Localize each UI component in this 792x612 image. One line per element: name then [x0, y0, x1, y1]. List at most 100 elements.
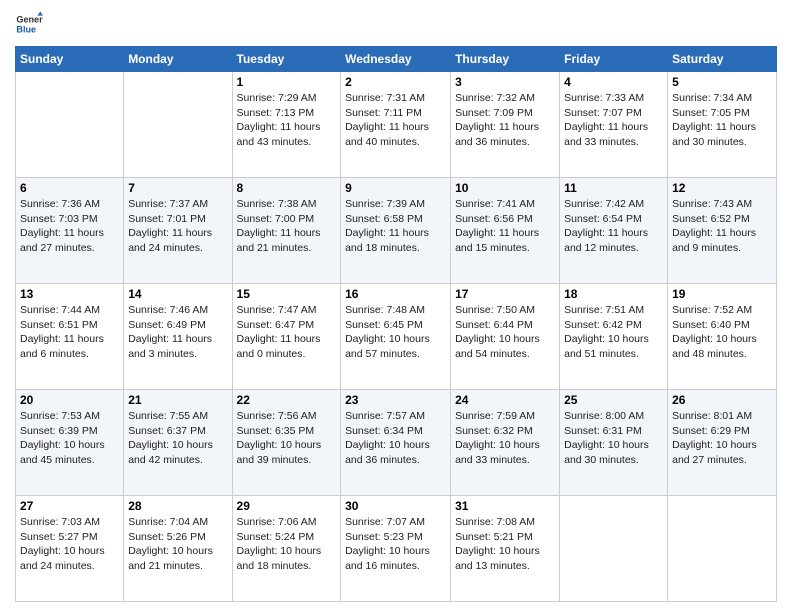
- day-number: 19: [672, 287, 772, 301]
- day-number: 11: [564, 181, 663, 195]
- day-number: 15: [237, 287, 337, 301]
- day-number: 3: [455, 75, 555, 89]
- table-row: 4Sunrise: 7:33 AMSunset: 7:07 PMDaylight…: [560, 72, 668, 178]
- day-number: 5: [672, 75, 772, 89]
- table-row: 25 Sunrise: 8:00 AMSunset: 6:31 PMDayligh…: [560, 390, 668, 496]
- table-row: 28 Sunrise: 7:04 AMSunset: 5:26 PMDayligh…: [124, 496, 232, 602]
- day-info: Sunrise: 7:53 AMSunset: 6:39 PMDaylight:…: [20, 409, 119, 468]
- day-info: Sunrise: 7:29 AMSunset: 7:13 PMDaylight:…: [237, 91, 337, 150]
- day-info: Sunrise: 7:39 AMSunset: 6:58 PMDaylight:…: [345, 197, 446, 256]
- svg-text:General: General: [16, 15, 43, 25]
- col-header-friday: Friday: [560, 47, 668, 72]
- day-number: 1: [237, 75, 337, 89]
- table-row: [124, 72, 232, 178]
- col-header-monday: Monday: [124, 47, 232, 72]
- header-row: SundayMondayTuesdayWednesdayThursdayFrid…: [16, 47, 777, 72]
- day-info: Sunrise: 7:06 AMSunset: 5:24 PMDaylight:…: [237, 515, 337, 574]
- table-row: 23 Sunrise: 7:57 AMSunset: 6:34 PMDayligh…: [341, 390, 451, 496]
- day-info: Sunrise: 7:51 AMSunset: 6:42 PMDaylight:…: [564, 303, 663, 362]
- day-number: 28: [128, 499, 227, 513]
- day-info: Sunrise: 7:50 AMSunset: 6:44 PMDaylight:…: [455, 303, 555, 362]
- table-row: 13 Sunrise: 7:44 AMSunset: 6:51 PMDayligh…: [16, 284, 124, 390]
- day-info: Sunrise: 7:34 AMSunset: 7:05 PMDaylight:…: [672, 91, 772, 150]
- table-row: 17 Sunrise: 7:50 AMSunset: 6:44 PMDayligh…: [451, 284, 560, 390]
- day-number: 25: [564, 393, 663, 407]
- day-info: Sunrise: 7:56 AMSunset: 6:35 PMDaylight:…: [237, 409, 337, 468]
- day-number: 31: [455, 499, 555, 513]
- day-info: Sunrise: 7:42 AMSunset: 6:54 PMDaylight:…: [564, 197, 663, 256]
- day-number: 21: [128, 393, 227, 407]
- day-info: Sunrise: 7:59 AMSunset: 6:32 PMDaylight:…: [455, 409, 555, 468]
- table-row: 21 Sunrise: 7:55 AMSunset: 6:37 PMDayligh…: [124, 390, 232, 496]
- day-number: 4: [564, 75, 663, 89]
- calendar-table: SundayMondayTuesdayWednesdayThursdayFrid…: [15, 46, 777, 602]
- calendar-row-0: 1 Sunrise: 7:29 AMSunset: 7:13 PMDaylight…: [16, 72, 777, 178]
- table-row: 22 Sunrise: 7:56 AMSunset: 6:35 PMDayligh…: [232, 390, 341, 496]
- day-number: 16: [345, 287, 446, 301]
- day-info: Sunrise: 7:37 AMSunset: 7:01 PMDaylight:…: [128, 197, 227, 256]
- col-header-tuesday: Tuesday: [232, 47, 341, 72]
- day-number: 13: [20, 287, 119, 301]
- logo-icon: General Blue: [15, 10, 43, 38]
- day-number: 10: [455, 181, 555, 195]
- table-row: 14 Sunrise: 7:46 AMSunset: 6:49 PMDayligh…: [124, 284, 232, 390]
- day-info: Sunrise: 7:46 AMSunset: 6:49 PMDaylight:…: [128, 303, 227, 362]
- day-number: 23: [345, 393, 446, 407]
- day-info: Sunrise: 7:07 AMSunset: 5:23 PMDaylight:…: [345, 515, 446, 574]
- table-row: 30 Sunrise: 7:07 AMSunset: 5:23 PMDayligh…: [341, 496, 451, 602]
- svg-text:Blue: Blue: [16, 24, 36, 34]
- table-row: [16, 72, 124, 178]
- day-info: Sunrise: 7:03 AMSunset: 5:27 PMDaylight:…: [20, 515, 119, 574]
- table-row: [560, 496, 668, 602]
- day-number: 29: [237, 499, 337, 513]
- day-number: 30: [345, 499, 446, 513]
- logo: General Blue: [15, 10, 47, 38]
- col-header-wednesday: Wednesday: [341, 47, 451, 72]
- day-number: 17: [455, 287, 555, 301]
- header: General Blue: [15, 10, 777, 38]
- day-number: 2: [345, 75, 446, 89]
- day-number: 6: [20, 181, 119, 195]
- table-row: 7 Sunrise: 7:37 AMSunset: 7:01 PMDaylight…: [124, 178, 232, 284]
- table-row: 2 Sunrise: 7:31 AMSunset: 7:11 PMDaylight…: [341, 72, 451, 178]
- table-row: [668, 496, 777, 602]
- table-row: 24Sunrise: 7:59 AMSunset: 6:32 PMDayligh…: [451, 390, 560, 496]
- table-row: 20Sunrise: 7:53 AMSunset: 6:39 PMDayligh…: [16, 390, 124, 496]
- day-number: 18: [564, 287, 663, 301]
- table-row: 16 Sunrise: 7:48 AMSunset: 6:45 PMDayligh…: [341, 284, 451, 390]
- table-row: 15Sunrise: 7:47 AMSunset: 6:47 PMDayligh…: [232, 284, 341, 390]
- day-info: Sunrise: 8:00 AMSunset: 6:31 PMDaylight:…: [564, 409, 663, 468]
- day-info: Sunrise: 7:44 AMSunset: 6:51 PMDaylight:…: [20, 303, 119, 362]
- table-row: 12 Sunrise: 7:43 AMSunset: 6:52 PMDayligh…: [668, 178, 777, 284]
- table-row: 11 Sunrise: 7:42 AMSunset: 6:54 PMDayligh…: [560, 178, 668, 284]
- page: General Blue SundayMondayTuesdayWednesda…: [0, 0, 792, 612]
- day-number: 12: [672, 181, 772, 195]
- day-number: 7: [128, 181, 227, 195]
- calendar-row-4: 27 Sunrise: 7:03 AMSunset: 5:27 PMDayligh…: [16, 496, 777, 602]
- col-header-thursday: Thursday: [451, 47, 560, 72]
- table-row: 8Sunrise: 7:38 AMSunset: 7:00 PMDaylight…: [232, 178, 341, 284]
- day-number: 14: [128, 287, 227, 301]
- calendar-row-2: 13 Sunrise: 7:44 AMSunset: 6:51 PMDayligh…: [16, 284, 777, 390]
- table-row: 27 Sunrise: 7:03 AMSunset: 5:27 PMDayligh…: [16, 496, 124, 602]
- calendar-row-3: 20Sunrise: 7:53 AMSunset: 6:39 PMDayligh…: [16, 390, 777, 496]
- table-row: 1 Sunrise: 7:29 AMSunset: 7:13 PMDaylight…: [232, 72, 341, 178]
- day-info: Sunrise: 7:31 AMSunset: 7:11 PMDaylight:…: [345, 91, 446, 150]
- day-info: Sunrise: 7:57 AMSunset: 6:34 PMDaylight:…: [345, 409, 446, 468]
- day-number: 27: [20, 499, 119, 513]
- table-row: 5 Sunrise: 7:34 AMSunset: 7:05 PMDaylight…: [668, 72, 777, 178]
- table-row: 26Sunrise: 8:01 AMSunset: 6:29 PMDayligh…: [668, 390, 777, 496]
- day-info: Sunrise: 7:04 AMSunset: 5:26 PMDaylight:…: [128, 515, 227, 574]
- day-info: Sunrise: 7:43 AMSunset: 6:52 PMDaylight:…: [672, 197, 772, 256]
- calendar-row-1: 6Sunrise: 7:36 AMSunset: 7:03 PMDaylight…: [16, 178, 777, 284]
- col-header-saturday: Saturday: [668, 47, 777, 72]
- day-number: 22: [237, 393, 337, 407]
- day-number: 9: [345, 181, 446, 195]
- day-info: Sunrise: 7:48 AMSunset: 6:45 PMDaylight:…: [345, 303, 446, 362]
- day-info: Sunrise: 8:01 AMSunset: 6:29 PMDaylight:…: [672, 409, 772, 468]
- table-row: 19Sunrise: 7:52 AMSunset: 6:40 PMDayligh…: [668, 284, 777, 390]
- day-info: Sunrise: 7:55 AMSunset: 6:37 PMDaylight:…: [128, 409, 227, 468]
- table-row: 3 Sunrise: 7:32 AMSunset: 7:09 PMDaylight…: [451, 72, 560, 178]
- day-info: Sunrise: 7:32 AMSunset: 7:09 PMDaylight:…: [455, 91, 555, 150]
- day-number: 8: [237, 181, 337, 195]
